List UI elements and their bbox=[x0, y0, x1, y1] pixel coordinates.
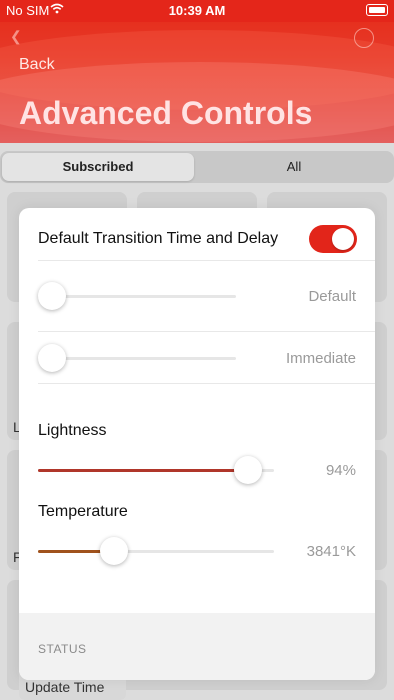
status-section-header: STATUS bbox=[38, 642, 87, 656]
clock: 10:39 AM bbox=[168, 3, 226, 18]
battery-icon bbox=[366, 4, 388, 16]
status-bar: No SIM 10:39 AM bbox=[0, 0, 394, 22]
slider-fill bbox=[38, 469, 248, 472]
divider bbox=[38, 260, 375, 261]
update-time-label: Update Time bbox=[25, 679, 105, 695]
segmented-control: Subscribed All bbox=[0, 151, 394, 183]
slider-thumb[interactable] bbox=[38, 282, 66, 310]
transition-toggle[interactable] bbox=[309, 225, 357, 253]
slider-thumb[interactable] bbox=[38, 344, 66, 372]
slider-track bbox=[38, 295, 236, 298]
toggle-knob bbox=[332, 228, 354, 250]
segment-subscribed[interactable]: Subscribed bbox=[2, 153, 194, 181]
back-chevron-icon[interactable]: ❮ bbox=[10, 28, 22, 45]
status-section: STATUS bbox=[19, 613, 375, 680]
lightness-value: 94% bbox=[325, 462, 356, 479]
lightness-label: Lightness bbox=[38, 422, 107, 439]
slider-thumb[interactable] bbox=[100, 537, 128, 565]
temperature-value: 3841°K bbox=[306, 543, 356, 560]
delay-value: Immediate bbox=[285, 350, 356, 367]
delay-slider[interactable] bbox=[38, 344, 236, 372]
slider-track bbox=[38, 357, 236, 360]
divider bbox=[38, 383, 375, 384]
info-icon[interactable] bbox=[354, 28, 374, 48]
transition-time-value: Default bbox=[308, 288, 356, 305]
slider-thumb[interactable] bbox=[234, 456, 262, 484]
segment-all[interactable]: All bbox=[196, 153, 392, 181]
transition-label: Default Transition Time and Delay bbox=[38, 230, 279, 247]
divider bbox=[38, 331, 375, 332]
temperature-slider[interactable] bbox=[38, 537, 274, 565]
back-button[interactable]: Back bbox=[19, 56, 55, 74]
page-title: Advanced Controls bbox=[19, 95, 313, 131]
temperature-label: Temperature bbox=[38, 503, 128, 520]
lightness-slider[interactable] bbox=[38, 456, 274, 484]
advanced-controls-sheet: Default Transition Time and Delay Defaul… bbox=[19, 208, 375, 680]
transition-time-slider[interactable] bbox=[38, 282, 236, 310]
